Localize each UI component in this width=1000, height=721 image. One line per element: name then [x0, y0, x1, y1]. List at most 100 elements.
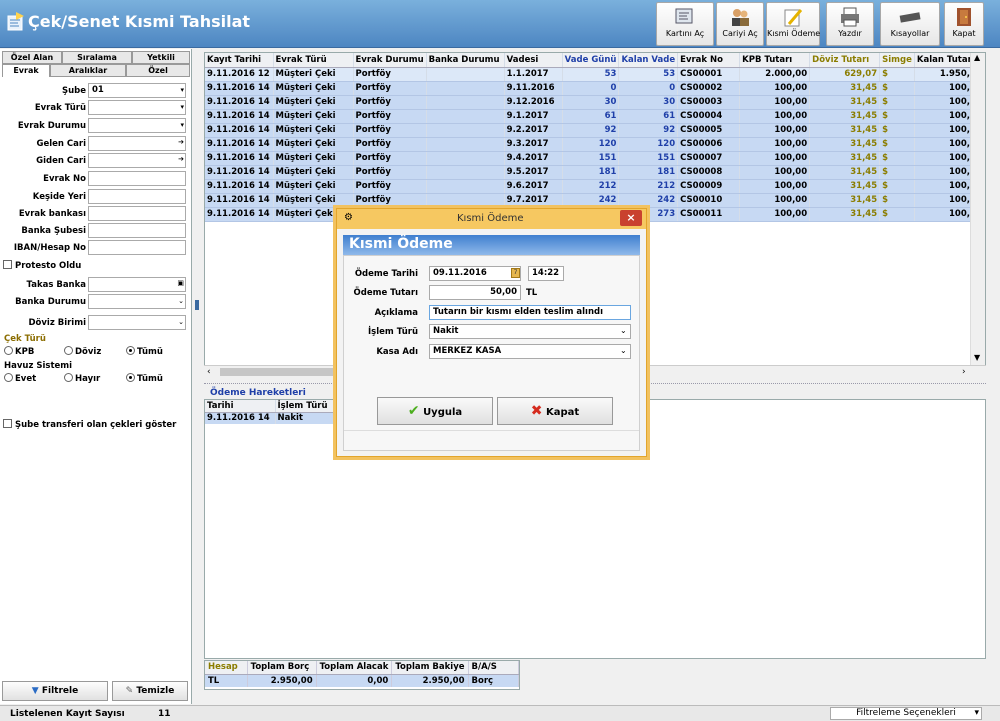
radio-kpb[interactable]: KPB [4, 346, 34, 357]
col-header[interactable]: Tarihi [205, 400, 276, 413]
radio-evet[interactable]: Evet [4, 373, 36, 384]
gelen-cari-input[interactable] [88, 136, 186, 151]
cancel-button[interactable]: ✖ Kapat [497, 397, 613, 425]
col-header[interactable]: Evrak Durumu [353, 53, 427, 68]
tab-yetkili[interactable]: Yetkili [132, 51, 190, 64]
evrak-bankasi-input[interactable] [88, 206, 186, 221]
sube-select[interactable]: 01 [88, 83, 186, 98]
note-input[interactable]: Tutarın bir kısmı elden teslim alındı [429, 305, 631, 320]
col-header[interactable]: Vade Günü [562, 53, 620, 68]
table-cell: 31,45 [809, 151, 881, 166]
tab-siralama[interactable]: Sıralama [62, 51, 132, 64]
col-header[interactable]: Toplam Alacak [316, 661, 393, 675]
calendar-icon[interactable]: 7 [511, 268, 520, 278]
shortcuts-button[interactable]: Kısayollar [880, 2, 940, 46]
table-cell: 9.4.2017 [504, 151, 563, 166]
tab-ozel-alan[interactable]: Özel Alan Flt. [2, 51, 62, 73]
col-header[interactable]: Hesap [205, 661, 248, 675]
col-header[interactable]: Döviz Tutarı [809, 53, 881, 68]
open-account-button[interactable]: Cariyi Aç [716, 2, 764, 46]
radio-tumu[interactable]: Tümü [126, 346, 163, 357]
col-header[interactable]: Evrak No [677, 53, 741, 68]
amount-input[interactable]: 50,00 [429, 285, 521, 300]
evrak-no-input[interactable] [88, 171, 186, 186]
table-row[interactable]: 9.11.2016 14 Müşteri Çeki Portföy 9.1.2017 6… [205, 109, 979, 124]
col-header[interactable]: Kayıt Tarihi [205, 53, 274, 68]
keside-yeri-input[interactable] [88, 189, 186, 204]
scroll-right-icon[interactable]: › [962, 367, 966, 377]
table-row[interactable]: 9.11.2016 14 Müşteri Çeki Portföy 9.4.2017 1… [205, 151, 979, 166]
dialog-close-icon[interactable]: × [620, 210, 642, 226]
summary-grid[interactable]: Hesap Toplam Borç Toplam Alacak Toplam Baki… [204, 660, 520, 690]
filter-button[interactable]: ▼ Filtrele [2, 681, 108, 701]
table-row[interactable]: 9.11.2016 14 Müşteri Çeki Portföy 9.6.2017 2… [205, 179, 979, 194]
note-label: Açıklama [374, 308, 418, 318]
evrak-durumu-select[interactable] [88, 118, 186, 133]
col-header[interactable]: Vadesi [504, 53, 563, 68]
splitter[interactable] [194, 52, 200, 702]
evrak-turu-select[interactable] [88, 100, 186, 115]
table-row[interactable]: 9.11.2016 14 Müşteri Çeki Portföy 9.3.2017 1… [205, 137, 979, 152]
col-header[interactable]: KPB Tutarı [739, 53, 811, 68]
col-header[interactable]: Evrak Türü [273, 53, 354, 68]
filter-options-label: Filtreleme Seçenekleri [856, 708, 956, 718]
table-row[interactable]: 9.11.2016 14 Müşteri Çeki Portföy 9.12.2016… [205, 95, 979, 110]
takas-banka-input[interactable] [88, 277, 186, 292]
scroll-down-icon[interactable]: ▼ [974, 353, 980, 362]
doviz-birimi-select[interactable] [88, 315, 186, 330]
lookup-icon[interactable]: ➔ [178, 155, 184, 163]
table-row[interactable]: 9.11.2016 14 Müşteri Çeki Portföy 9.2.2017 9… [205, 123, 979, 138]
iban-input[interactable] [88, 240, 186, 255]
eraser-icon: ✎ [125, 686, 134, 696]
col-header[interactable]: Kalan Tutar [914, 53, 979, 68]
table-row[interactable]: 9.11.2016 14 Müşteri Çeki Portföy 9.11.2016… [205, 81, 979, 96]
tab-ozel[interactable]: Özel [126, 64, 190, 77]
time-input[interactable]: 14:22 [528, 266, 564, 281]
open-card-button[interactable]: Kartını Aç [656, 2, 714, 46]
col-header[interactable]: Banka Durumu [426, 53, 505, 68]
print-button[interactable]: Yazdır [826, 2, 874, 46]
table-cell: CS00008 [677, 165, 741, 180]
banka-subesi-input[interactable] [88, 223, 186, 238]
tab-araliklar[interactable]: Aralıklar [50, 64, 126, 77]
scroll-thumb[interactable] [220, 368, 350, 376]
table-row[interactable]: 9.11.2016 14 Müşteri Çeki Portföy 9.5.2017 1… [205, 165, 979, 180]
table-cell: 31,45 [809, 137, 881, 152]
col-header[interactable]: Simge [879, 53, 915, 68]
type-select[interactable]: Nakit [429, 324, 631, 339]
table-row[interactable]: 9.11.2016 14 Müşteri Çeki Portföy 9.7.2017 2… [205, 193, 979, 208]
summary-row[interactable]: TL 2.950,00 0,00 2.950,00 Borç [205, 674, 520, 687]
filter-options-select[interactable]: Filtreleme Seçenekleri ▾ [830, 707, 982, 720]
dialog-titlebar[interactable]: ⚙ Kısmi Ödeme × [337, 209, 646, 229]
table-row[interactable]: 9.11.2016 12 Müşteri Çeki Portföy 1.1.2017 5… [205, 67, 979, 82]
table-cell: Müşteri Çeki [273, 137, 354, 152]
protesto-checkbox[interactable]: Protesto Oldu [3, 260, 81, 271]
table-cell: $ [879, 151, 915, 166]
sube-transfer-checkbox[interactable]: Şube transferi olan çekleri göster [3, 419, 176, 430]
table-cell: 100,00 [739, 123, 811, 138]
radio-hayir[interactable]: Hayır [64, 373, 100, 384]
cash-select[interactable]: MERKEZ KASA [429, 344, 631, 359]
col-header[interactable]: Kalan Vade [618, 53, 679, 68]
apply-button[interactable]: ✔ Uygula [377, 397, 493, 425]
col-header[interactable]: Toplam Bakiye [391, 661, 469, 675]
radio-doviz[interactable]: Döviz [64, 346, 101, 357]
scroll-up-icon[interactable]: ▲ [974, 53, 980, 62]
lookup-icon[interactable]: ▣ [177, 279, 184, 287]
lookup-icon[interactable]: ➔ [178, 138, 184, 146]
date-input[interactable]: 09.11.2016 [429, 266, 521, 281]
banka-durumu-select[interactable] [88, 294, 186, 309]
col-header[interactable]: B/A/S [468, 661, 520, 675]
splitter-handle[interactable] [195, 300, 199, 310]
col-header[interactable]: İşlem Türü [275, 400, 338, 413]
tab-evrak[interactable]: Evrak [2, 64, 50, 77]
partial-payment-button[interactable]: Kısmi Ödeme [766, 2, 820, 46]
clear-button[interactable]: ✎ Temizle [112, 681, 188, 701]
close-button[interactable]: Kapat [944, 2, 984, 46]
giden-cari-input[interactable] [88, 153, 186, 168]
field-takas-banka: Takas Banka ▣ [0, 277, 192, 293]
grid-vertical-scrollbar[interactable]: ▲ ▼ [970, 53, 985, 365]
col-header[interactable]: Toplam Borç [247, 661, 317, 675]
scroll-left-icon[interactable]: ‹ [207, 367, 211, 377]
radio-havuz-tumu[interactable]: Tümü [126, 373, 163, 384]
